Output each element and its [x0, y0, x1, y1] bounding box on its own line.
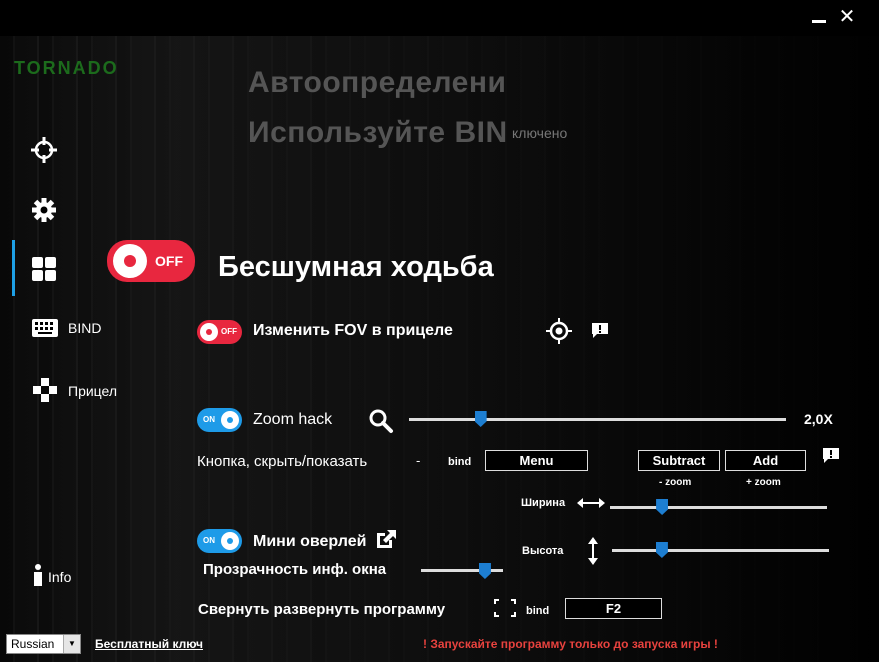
toggle-knob-dot: [227, 538, 233, 544]
minimize-button[interactable]: [808, 6, 830, 28]
zoom-slider[interactable]: [409, 418, 786, 421]
sidebar-item-info[interactable]: Info: [32, 563, 112, 589]
zoom-alert-icon[interactable]: [822, 447, 840, 464]
toggle-state: OFF: [155, 253, 183, 269]
sidebar-item-crosshair[interactable]: [30, 136, 58, 164]
sidebar-item-label: Info: [48, 569, 72, 585]
horizontal-arrows-icon: [577, 498, 605, 508]
title-bar: [0, 0, 879, 36]
overlay-height-label: Высота: [522, 545, 564, 557]
minimize-app-bind-label: bind: [526, 605, 550, 617]
zoom-value: 2,0X: [804, 411, 833, 427]
external-link-icon[interactable]: [374, 528, 398, 550]
zoom-toggle[interactable]: ON: [197, 408, 242, 432]
sidebar-item-settings[interactable]: [30, 196, 58, 224]
toggle-knob: [200, 323, 218, 341]
toggle-state: ON: [203, 415, 215, 424]
zoom-key-label: Кнопка, скрыть/показать: [197, 453, 368, 470]
transparency-label: Прозрачность инф. окна: [203, 561, 387, 578]
sidebar-item-label: Прицел: [68, 383, 118, 399]
grid-icon: [32, 257, 56, 281]
toggle-knob-dot: [124, 255, 136, 267]
gear-icon: [32, 198, 56, 222]
window-frame-icon: [494, 599, 516, 617]
toggle-knob-dot: [206, 329, 212, 335]
chevron-down-icon[interactable]: ▼: [63, 635, 80, 653]
minimize-app-label: Свернуть развернуть программу: [198, 601, 446, 618]
logo: TORNADO: [14, 58, 119, 78]
toggle-knob: [221, 532, 239, 550]
toggle-knob: [221, 411, 239, 429]
free-key-link[interactable]: Бесплатный ключ: [95, 637, 203, 651]
warning-text: ! Запускайте программу только до запуска…: [423, 637, 718, 651]
overlay-width-slider[interactable]: [610, 506, 827, 509]
overlay-height-slider[interactable]: [612, 549, 829, 552]
banner-line1: Автоопределени: [248, 66, 507, 99]
minimize-icon: [812, 20, 826, 23]
toggle-state: ON: [203, 536, 215, 545]
gamepad-icon: [33, 378, 57, 402]
zoom-label: Zoom hack: [253, 411, 333, 428]
zoom-plus-caption: + zoom: [746, 477, 781, 488]
language-value: Russian: [11, 637, 55, 651]
search-icon: [369, 409, 393, 433]
toggle-knob: [113, 244, 147, 278]
zoom-bind-input[interactable]: Menu: [485, 450, 588, 471]
zoom-bind-label: bind: [448, 456, 472, 468]
banner-line2-suffix: ключено: [512, 125, 568, 141]
sidebar-active-indicator: [12, 240, 15, 296]
language-select[interactable]: Russian ▼: [6, 634, 81, 654]
sidebar-item-aim[interactable]: Прицел: [32, 377, 132, 405]
zoom-subtract-input[interactable]: Subtract: [638, 450, 720, 471]
zoom-key-dash: -: [416, 453, 421, 468]
close-icon: ✕: [838, 6, 856, 28]
silent-walk-toggle[interactable]: OFF: [107, 240, 195, 282]
sidebar-item-bind[interactable]: BIND: [32, 316, 112, 342]
toggle-state: OFF: [221, 327, 237, 336]
overlay-width-label: Ширина: [521, 497, 566, 509]
fov-crosshair-icon[interactable]: [546, 318, 572, 344]
toggle-knob-dot: [227, 417, 233, 423]
silent-walk-label: Бесшумная ходьба: [218, 251, 494, 283]
keyboard-icon: [32, 319, 58, 337]
vertical-arrows-icon: [588, 537, 598, 565]
overlay-toggle[interactable]: ON: [197, 529, 242, 553]
fov-label: Изменить FOV в прицеле: [253, 322, 453, 339]
sidebar-item-grid[interactable]: [30, 255, 58, 283]
crosshair-icon: [31, 137, 57, 163]
info-icon: [34, 564, 42, 586]
close-button[interactable]: ✕: [836, 6, 858, 28]
sidebar-item-label: BIND: [68, 320, 102, 336]
minimize-app-bind-input[interactable]: F2: [565, 598, 662, 619]
zoom-minus-caption: - zoom: [659, 477, 692, 488]
banner-line2: Используйте BIN: [248, 116, 508, 149]
fov-toggle[interactable]: OFF: [197, 320, 242, 344]
zoom-add-input[interactable]: Add: [725, 450, 806, 471]
overlay-label: Мини оверлей: [253, 533, 367, 550]
fov-alert-icon[interactable]: [591, 322, 609, 339]
